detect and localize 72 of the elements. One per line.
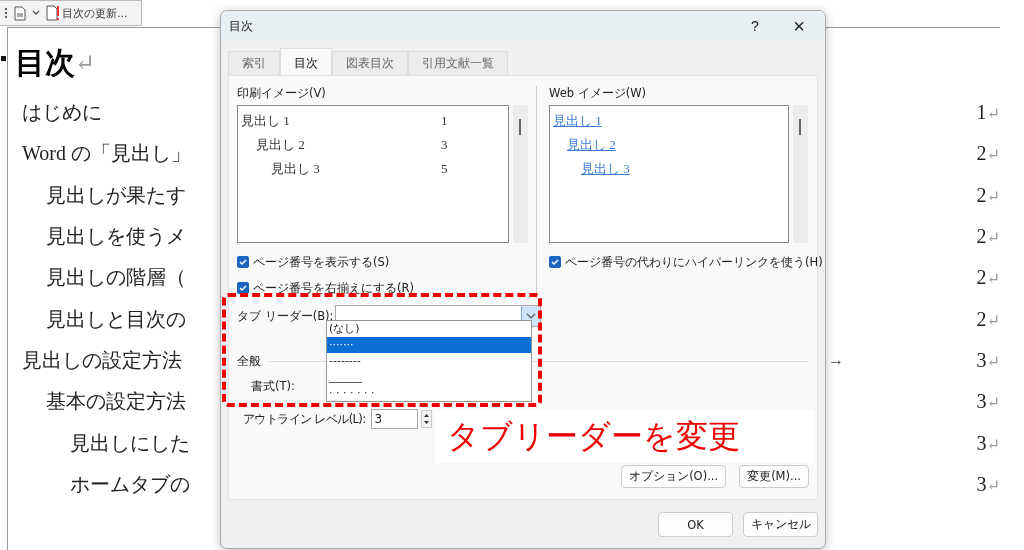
preview-link[interactable]: 見出し 2 bbox=[567, 136, 616, 154]
update-table-button[interactable]: 目次の更新... bbox=[46, 5, 128, 21]
field-label: アウトライン レベル(L): bbox=[243, 411, 366, 427]
checkbox-label: ページ番号を表示する(S) bbox=[253, 254, 390, 270]
window-title: 目次 bbox=[229, 17, 253, 35]
heading-marker-icon bbox=[1, 55, 6, 61]
toc-entry: 見出しの設定方法 bbox=[22, 347, 182, 373]
page-number: 3↵ bbox=[976, 431, 1000, 455]
page-number: 2↵ bbox=[976, 183, 1000, 207]
toc-entry: 見出しにした bbox=[70, 430, 190, 456]
tab[interactable]: 索引 bbox=[228, 51, 280, 75]
checkbox[interactable] bbox=[549, 256, 561, 268]
page-number: 2↵ bbox=[976, 266, 1000, 290]
dropdown-option[interactable]: (なし) bbox=[327, 321, 531, 337]
field-label: タブ リーダー(B): bbox=[237, 308, 334, 324]
toc-entry: 見出しが果たす bbox=[46, 182, 186, 208]
toc-entry: 基本の設定方法 bbox=[46, 389, 186, 415]
section-label: Web イメージ(W) bbox=[549, 86, 648, 101]
outline-level-field[interactable]: 3 bbox=[370, 409, 418, 429]
page-number: 3↵ bbox=[976, 472, 1000, 496]
scrollbar[interactable] bbox=[793, 105, 808, 243]
toc-entry: Word の「見出し」 bbox=[22, 141, 191, 167]
document-alert-icon bbox=[46, 5, 60, 21]
page-number: 3↵ bbox=[976, 348, 1000, 372]
grip-icon bbox=[4, 7, 8, 19]
preview-heading: 見出し 1 bbox=[241, 112, 290, 130]
toc-entry: はじめに bbox=[22, 100, 102, 126]
dialog-button[interactable]: キャンセル bbox=[743, 512, 818, 537]
document-icon[interactable] bbox=[14, 5, 26, 21]
caret-icon[interactable] bbox=[32, 10, 40, 16]
dialog-button[interactable]: OK bbox=[658, 512, 733, 537]
toc-entry: 見出しの階層（ bbox=[46, 265, 186, 291]
tab[interactable]: 図表目次 bbox=[332, 51, 408, 75]
checkbox-label: ページ番号の代わりにハイパーリンクを使う(H) bbox=[565, 254, 823, 270]
page-number: 3↵ bbox=[976, 390, 1000, 414]
spinner-arrows-icon[interactable] bbox=[420, 410, 432, 428]
dropdown-option[interactable]: · · · · · · · bbox=[327, 385, 531, 401]
toc-entry: 見出しを使うメ bbox=[46, 224, 186, 250]
page-number: 2↵ bbox=[976, 142, 1000, 166]
checkbox[interactable] bbox=[237, 282, 249, 294]
preview-link[interactable]: 見出し 1 bbox=[553, 112, 602, 130]
checkbox[interactable] bbox=[237, 256, 249, 268]
page-number: 1↵ bbox=[976, 101, 1000, 125]
chevron-down-icon bbox=[526, 313, 537, 319]
tab-mark: → bbox=[828, 351, 844, 370]
help-button[interactable]: ? bbox=[733, 11, 777, 41]
checkbox-label: ページ番号を右揃えにする(R) bbox=[253, 280, 414, 296]
preview-link[interactable]: 見出し 3 bbox=[581, 160, 630, 178]
tab[interactable]: 引用文献一覧 bbox=[408, 51, 508, 75]
field-label: 書式(T): bbox=[251, 379, 295, 393]
preview-heading: 見出し 2 bbox=[256, 136, 305, 154]
dialog-button[interactable]: オプション(O)... bbox=[621, 465, 727, 488]
page-number: 2↵ bbox=[976, 307, 1000, 331]
tab[interactable]: 目次 bbox=[280, 48, 332, 75]
dropdown-option[interactable]: ______ bbox=[327, 369, 531, 385]
scrollbar[interactable] bbox=[513, 105, 528, 243]
preview-heading: 見出し 3 bbox=[271, 160, 320, 178]
toc-heading: 目次 bbox=[15, 43, 75, 82]
annotation-callout: タブリーダーを変更 bbox=[435, 410, 815, 463]
toc-entry: ホームタブの bbox=[70, 471, 190, 497]
section-label: 印刷イメージ(V) bbox=[237, 86, 327, 101]
close-button[interactable]: × bbox=[777, 11, 821, 41]
preview-page-number: 1 bbox=[441, 113, 448, 129]
preview-page-number: 5 bbox=[441, 161, 448, 177]
paragraph-mark: ↵ bbox=[75, 49, 96, 77]
page-number: 2↵ bbox=[976, 225, 1000, 249]
preview-page-number: 3 bbox=[441, 137, 448, 153]
dialog-button[interactable]: 変更(M)... bbox=[739, 465, 809, 488]
group-label: 全般 bbox=[237, 353, 261, 369]
dropdown-option[interactable]: ······· bbox=[327, 337, 531, 353]
dropdown-option[interactable]: -------- bbox=[327, 353, 531, 369]
toc-entry: 見出しと目次の bbox=[46, 306, 186, 332]
